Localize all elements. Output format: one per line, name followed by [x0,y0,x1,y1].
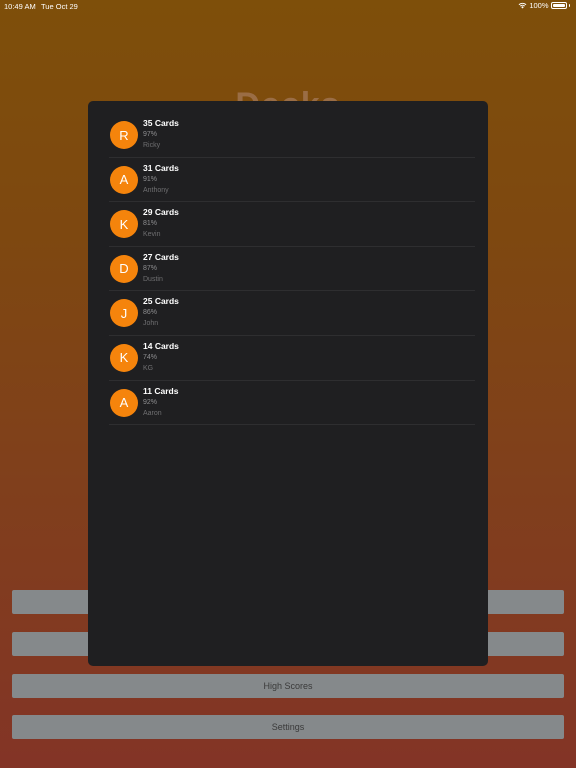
score-row[interactable]: J 25 Cards 86% John [109,291,475,336]
battery-icon [550,2,567,9]
status-date: Tue Oct 29 [41,2,78,11]
score-details: 11 Cards 92% Aaron [143,386,178,419]
score-row[interactable]: R 35 Cards 97% Ricky [109,113,475,158]
score-row[interactable]: K 14 Cards 74% KG [109,336,475,381]
status-bar: 10:49 AM Tue Oct 29 100% [0,0,576,14]
score-details: 29 Cards 81% Kevin [143,207,179,240]
score-details: 14 Cards 74% KG [143,341,179,374]
score-percent: 87% [143,264,158,272]
wifi-icon [518,2,527,9]
avatar: R [110,121,138,149]
score-percent: 92% [143,398,158,406]
cards-count: 31 Cards [143,162,179,173]
score-percent: 91% [143,175,158,183]
player-name: Anthony [143,186,169,194]
score-details: 25 Cards 86% John [143,296,179,329]
cards-count: 27 Cards [143,251,179,262]
avatar: K [110,210,138,239]
avatar: K [110,343,138,372]
cards-count: 25 Cards [143,296,179,307]
avatar: A [110,388,138,417]
score-percent: 97% [143,131,158,138]
avatar: A [110,165,138,194]
high-scores-button[interactable]: High Scores [12,674,564,698]
score-details: 35 Cards 97% Ricky [143,118,179,151]
score-percent: 86% [143,309,158,317]
cards-count: 11 Cards [143,385,179,396]
cards-count: 14 Cards [143,340,179,351]
settings-button[interactable]: Settings [12,715,564,739]
score-row[interactable]: A 11 Cards 92% Aaron [109,381,475,426]
player-name: Ricky [143,142,161,149]
battery-tip [568,4,570,7]
cards-count: 35 Cards [143,118,179,128]
score-percent: 74% [143,353,158,361]
score-details: 27 Cards 87% Dustin [143,252,179,285]
score-row[interactable]: D 27 Cards 87% Dustin [109,247,475,292]
battery-level [552,4,565,7]
cards-count: 29 Cards [143,207,179,218]
player-name: Dustin [143,275,163,283]
player-name: John [143,320,159,328]
player-name: KG [143,364,154,372]
avatar: J [110,299,138,328]
player-name: Kevin [143,231,161,239]
high-scores-modal: R 35 Cards 97% Ricky A 31 Cards 91% Anth… [88,101,488,666]
battery-percent: 100% [529,1,549,10]
high-scores-list: R 35 Cards 97% Ricky A 31 Cards 91% Anth… [109,113,475,426]
score-row[interactable]: A 31 Cards 91% Anthony [109,158,475,203]
score-details: 31 Cards 91% Anthony [143,163,179,196]
status-indicators: 100% [518,1,570,10]
player-name: Aaron [143,409,162,417]
status-time: 10:49 AM [4,2,36,11]
score-row[interactable]: K 29 Cards 81% Kevin [109,202,475,247]
avatar: D [110,254,138,283]
score-percent: 81% [143,220,158,228]
